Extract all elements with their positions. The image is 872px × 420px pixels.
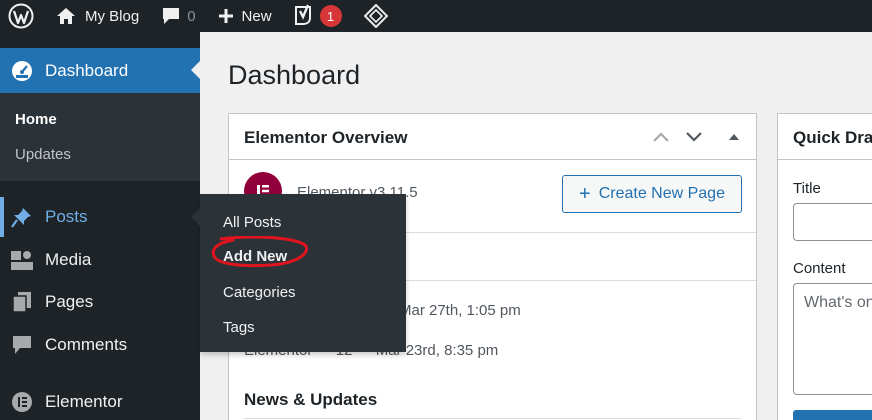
widget-title: Quick Draft (793, 128, 872, 147)
sidebar-item-label: Elementor (45, 392, 123, 411)
widget-header: Elementor Overview (229, 114, 756, 160)
submenu-item-updates[interactable]: Updates (15, 146, 71, 163)
sidebar-item-posts[interactable]: Posts (0, 197, 200, 237)
dashboard-gauge-icon (10, 59, 34, 83)
red-annotation-circle (211, 236, 308, 268)
page-title: Dashboard (228, 60, 361, 90)
sidebar-item-media[interactable]: Media (0, 240, 200, 280)
flyout-item-all-posts[interactable]: All Posts (223, 214, 281, 231)
comments-icon (10, 333, 34, 357)
dashboard-submenu: Home Updates (0, 93, 200, 181)
submenu-item-home[interactable]: Home (15, 111, 57, 128)
new-label: New (241, 7, 272, 25)
flyout-item-categories[interactable]: Categories (223, 284, 296, 301)
recent-edit-row[interactable]: Mar 27th, 1:05 pm (399, 302, 521, 319)
chevron-up-icon[interactable] (650, 126, 672, 148)
sidebar-item-dashboard[interactable]: Dashboard (0, 48, 200, 93)
comment-bubble-icon (161, 7, 181, 25)
comments-link[interactable]: 0 (147, 0, 203, 32)
hover-indicator (0, 197, 4, 237)
yoast-notification-badge: 1 (319, 5, 342, 27)
sidebar-item-label: Media (45, 250, 92, 269)
wordpress-logo-icon[interactable] (0, 0, 48, 32)
plus-icon (218, 8, 234, 24)
sidebar-item-elementor[interactable]: Elementor (0, 382, 200, 420)
diamond-plugin-link[interactable] (350, 0, 396, 32)
posts-flyout-menu: All Posts Add New Categories Tags (191, 194, 406, 352)
pages-icon (10, 290, 34, 314)
sidebar-item-label: Posts (45, 207, 88, 226)
section-divider (244, 418, 741, 419)
button-label: Create New Page (598, 185, 725, 202)
sidebar-item-pages[interactable]: Pages (0, 282, 200, 322)
admin-bar: My Blog 0 New 1 (0, 0, 872, 32)
plus-icon: + (579, 183, 591, 205)
sidebar-item-label: Comments (45, 335, 128, 354)
diamond-icon (363, 4, 388, 28)
yoast-icon (294, 4, 316, 28)
collapse-triangle-icon[interactable] (723, 126, 745, 148)
pushpin-icon (10, 205, 34, 229)
sidebar-item-comments[interactable]: Comments (0, 325, 200, 365)
sidebar-item-label: Dashboard (45, 60, 129, 80)
flyout-arrow (191, 208, 200, 226)
draft-content-textarea[interactable]: What's on your mind? (793, 283, 872, 395)
quick-draft-widget: Quick Draft Title Content What's on your… (777, 113, 872, 420)
title-label: Title (793, 180, 821, 197)
admin-sidebar: Dashboard Home Updates Posts Media Pages… (0, 32, 200, 420)
sidebar-item-label: Pages (45, 292, 94, 311)
site-name-link[interactable]: My Blog (48, 0, 147, 32)
new-content-link[interactable]: New (204, 0, 280, 32)
create-new-page-button[interactable]: + Create New Page (562, 175, 742, 213)
flyout-item-tags[interactable]: Tags (223, 319, 255, 336)
news-updates-heading: News & Updates (244, 390, 378, 409)
widget-header: Quick Draft (778, 114, 872, 160)
draft-title-input[interactable] (793, 203, 872, 241)
elementor-icon (10, 390, 34, 414)
save-draft-button[interactable] (793, 410, 872, 420)
content-label: Content (793, 260, 846, 277)
widget-title: Elementor Overview (244, 128, 408, 147)
chevron-down-icon[interactable] (683, 126, 705, 148)
comments-count: 0 (187, 7, 196, 25)
media-icon (10, 248, 34, 272)
site-name: My Blog (85, 7, 140, 25)
current-menu-arrow (191, 61, 200, 79)
home-icon (56, 7, 76, 25)
yoast-seo-link[interactable]: 1 (280, 0, 350, 32)
